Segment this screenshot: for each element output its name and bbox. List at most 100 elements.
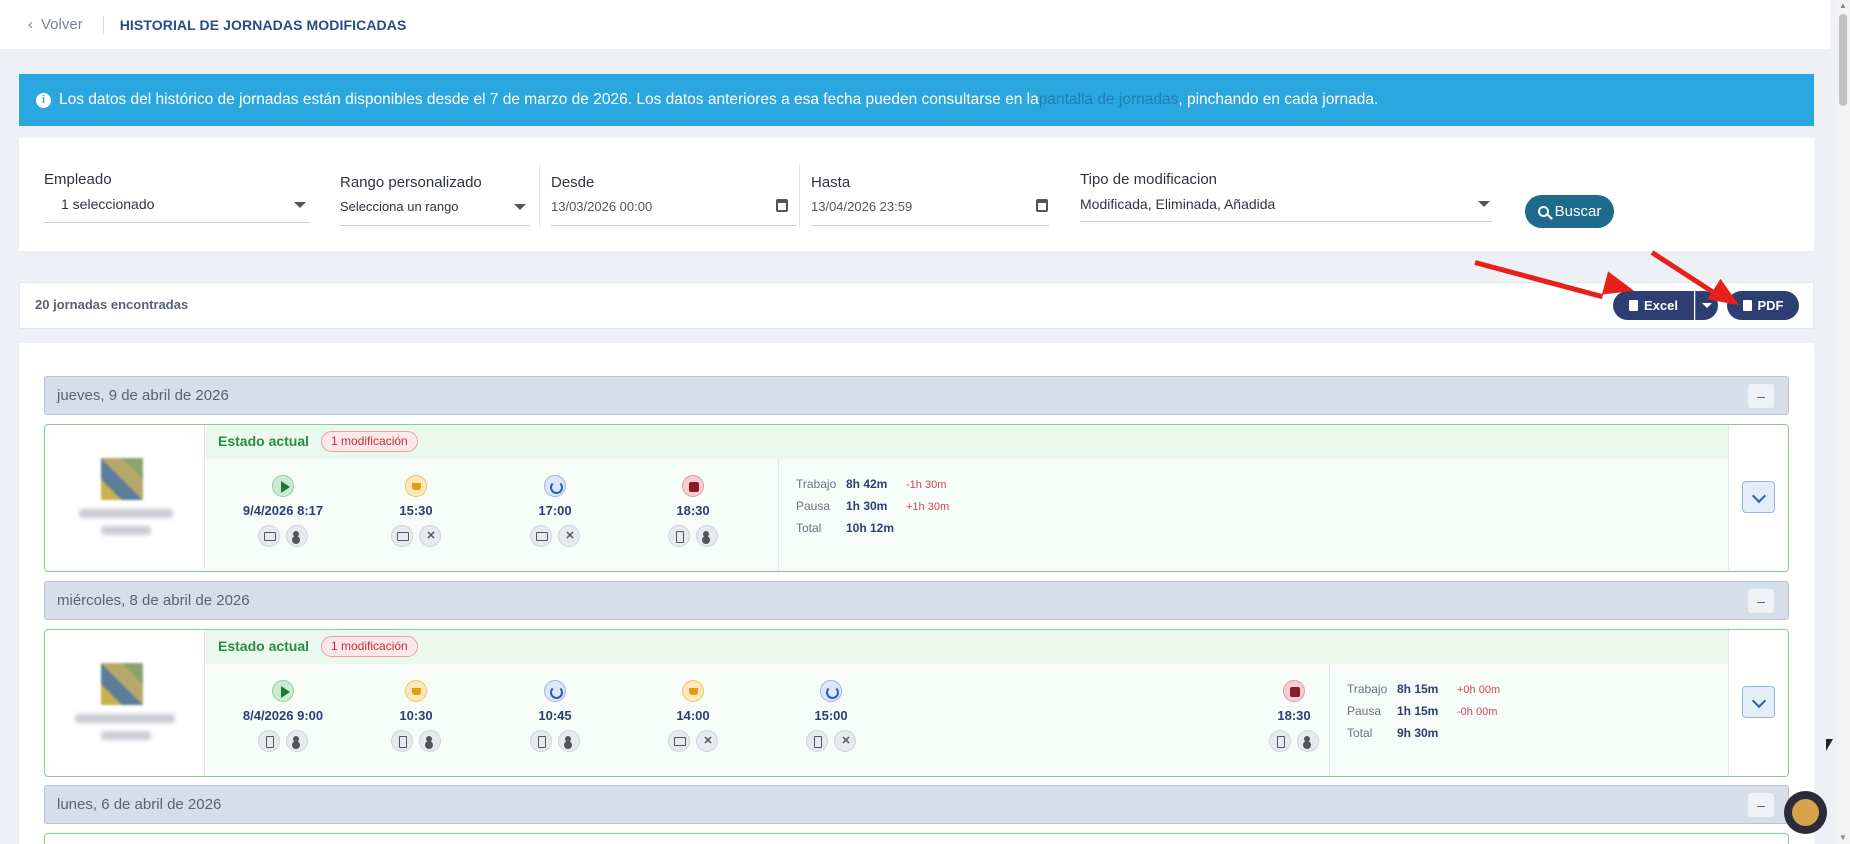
pausa-value: 1h 15m (1397, 704, 1439, 718)
divider (799, 165, 800, 227)
user-icon (696, 525, 718, 547)
jornada-card (44, 833, 1789, 844)
calendar-icon[interactable] (776, 199, 788, 212)
event-time: 14:00 (676, 708, 710, 723)
refresh-icon (544, 680, 566, 702)
events-row: 9/4/2026 8:17 15:30 17:00 18:30 Trabajo 8… (206, 459, 1737, 571)
empleado-select[interactable]: 1 seleccionado (61, 196, 154, 212)
total-value: 10h 12m (846, 521, 895, 535)
event-time: 10:30 (399, 708, 433, 723)
employee-cell (45, 425, 205, 571)
scrollbar[interactable]: ▲ ▼ (1836, 0, 1850, 844)
info-banner: i Los datos del histórico de jornadas es… (19, 74, 1814, 126)
avatar (101, 458, 143, 500)
excel-label: Excel (1644, 298, 1678, 313)
search-button-label: Buscar (1554, 203, 1602, 220)
jornadas-link[interactable]: pantalla de jornadas (1039, 91, 1179, 109)
info-text-after: , pinchando en cada jornada. (1178, 91, 1379, 108)
event-time: 15:00 (814, 708, 848, 723)
refresh-icon (544, 475, 566, 497)
trabajo-value: 8h 42m (846, 477, 888, 491)
collapse-icon[interactable]: – (1748, 793, 1774, 817)
trabajo-value: 8h 15m (1397, 682, 1439, 696)
desde-label: Desde (551, 174, 595, 191)
event-resume: 15:00 (781, 680, 881, 752)
day-header[interactable]: miércoles, 8 de abril de 2026 – (44, 581, 1789, 620)
pausa-row: Pausa 1h 30m +1h 30m (796, 499, 949, 513)
avatar (101, 663, 143, 705)
play-icon (272, 475, 294, 497)
stop-icon (682, 475, 704, 497)
rango-label: Rango personalizado (340, 174, 482, 191)
info-text-before: Los datos del histórico de jornadas está… (59, 91, 1039, 108)
tipo-underline (1080, 221, 1492, 222)
empleado-chevron-down-icon[interactable] (294, 202, 306, 208)
employee-detail (101, 731, 151, 740)
events-row: 8/4/2026 9:00 10:30 10:45 14:00 15:00 18… (206, 664, 1737, 776)
phone-icon (530, 730, 552, 752)
day-date: jueves, 9 de abril de 2026 (57, 387, 229, 404)
scroll-up-icon[interactable]: ▲ (1839, 2, 1847, 10)
tools-icon (834, 730, 857, 752)
phone-icon (258, 730, 280, 752)
results-count: 20 jornadas encontradas (35, 297, 189, 312)
tools-icon (419, 525, 442, 547)
back-label: Volver (41, 16, 83, 33)
hasta-label: Hasta (811, 174, 851, 191)
divider (539, 165, 540, 227)
day-header[interactable]: lunes, 6 de abril de 2026 – (44, 785, 1789, 824)
scroll-down-icon[interactable]: ▼ (1839, 834, 1847, 842)
collapse-icon[interactable]: – (1748, 589, 1774, 613)
tools-icon (558, 525, 581, 547)
total-value: 9h 30m (1397, 726, 1439, 740)
tools-icon (696, 730, 719, 752)
desktop-icon (258, 525, 280, 547)
phone-icon (1269, 730, 1291, 752)
chevron-down-icon[interactable] (1742, 481, 1775, 513)
scroll-thumb[interactable] (1839, 14, 1847, 106)
modification-badge: 1 modificación (321, 636, 418, 657)
pausa-diff: +1h 30m (906, 501, 950, 513)
event-start: 9/4/2026 8:17 (233, 475, 333, 547)
event-resume: 17:00 (505, 475, 605, 547)
employee-name (79, 509, 173, 518)
pausa-label: Pausa (1347, 704, 1382, 718)
event-resume: 10:45 (505, 680, 605, 752)
total-label: Total (796, 521, 822, 535)
coffee-icon (682, 680, 704, 702)
back-button[interactable]: ‹ Volver (28, 16, 83, 33)
user-icon (286, 525, 308, 547)
user-icon (1297, 730, 1319, 752)
rango-select[interactable]: Selecciona un rango (340, 199, 459, 214)
event-time: 17:00 (538, 503, 572, 518)
chevron-down-icon[interactable] (1742, 686, 1775, 718)
hasta-underline (811, 225, 1049, 226)
event-pause: 14:00 (643, 680, 743, 752)
total-row: Total 10h 12m (796, 521, 906, 535)
phone-icon (391, 730, 413, 752)
tipo-chevron-down-icon[interactable] (1478, 201, 1490, 207)
desde-input[interactable]: 13/03/2026 00:00 (551, 199, 652, 214)
employee-detail (101, 526, 151, 535)
hasta-input[interactable]: 13/04/2026 23:59 (811, 199, 912, 214)
coffee-icon (405, 680, 427, 702)
user-icon (558, 730, 580, 752)
desktop-icon (530, 525, 552, 547)
trabajo-label: Trabajo (796, 477, 837, 491)
desktop-icon (668, 730, 690, 752)
trabajo-diff: -1h 30m (906, 479, 947, 491)
tipo-select[interactable]: Modificada, Eliminada, Añadida (1080, 196, 1275, 212)
rango-chevron-down-icon[interactable] (514, 204, 526, 210)
event-start: 8/4/2026 9:00 (233, 680, 333, 752)
calendar-icon[interactable] (1036, 199, 1048, 212)
cookie-settings-icon[interactable] (1784, 791, 1827, 834)
day-header[interactable]: jueves, 9 de abril de 2026 – (44, 376, 1789, 415)
collapse-icon[interactable]: – (1748, 384, 1774, 408)
coffee-icon (405, 475, 427, 497)
expand-cell (1728, 425, 1788, 571)
estado-label: Estado actual (218, 433, 310, 449)
search-button[interactable]: Buscar (1525, 195, 1614, 228)
employee-name (75, 714, 175, 723)
total-row: Total 9h 30m (1347, 726, 1457, 740)
total-label: Total (1347, 726, 1373, 740)
